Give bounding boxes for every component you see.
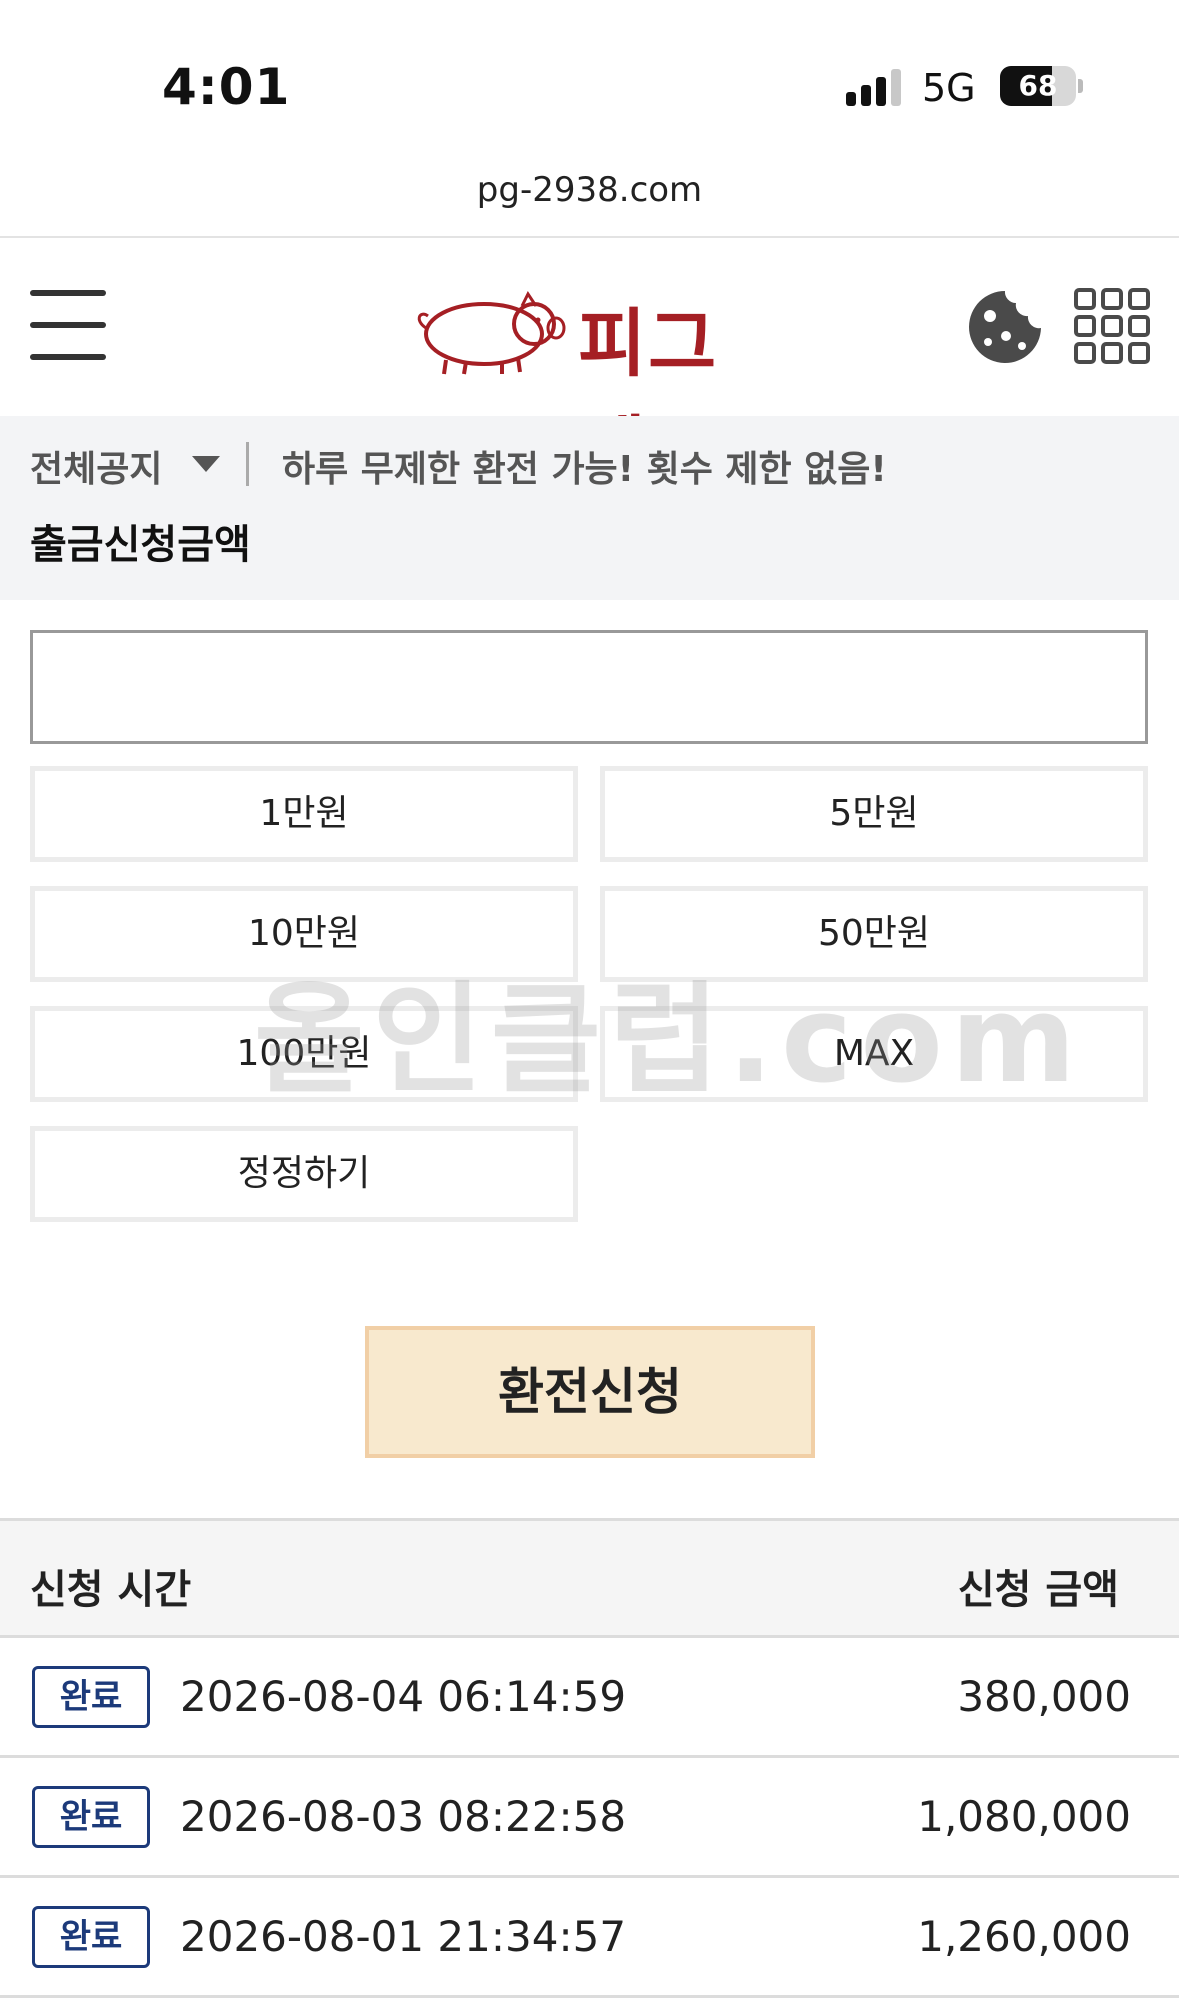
- battery-level: 68: [1018, 69, 1058, 102]
- status-time: 4:01: [162, 58, 291, 116]
- grid-apps-icon[interactable]: [1074, 288, 1150, 364]
- row-amount: 1,260,000: [917, 1912, 1131, 1961]
- site-header: 피그벳: [0, 238, 1179, 494]
- hamburger-menu-icon[interactable]: [30, 290, 106, 360]
- column-header-amount: 신청 금액: [957, 1567, 1119, 1613]
- notice-area: 전체공지 하루 무제한 환전 가능! 횟수 제한 없음! 출금신청금액: [0, 416, 1179, 600]
- status-badge: 완료: [32, 1786, 150, 1848]
- status-bar: 4:01 5G 68: [0, 0, 1179, 150]
- notice-category-label[interactable]: 전체공지: [30, 440, 162, 492]
- table-row[interactable]: 완료 2026-08-03 08:22:58 1,080,000: [0, 1758, 1179, 1878]
- withdraw-section-title: 출금신청금액: [30, 522, 251, 568]
- watermark: 올인클럽.com: [254, 971, 1084, 1110]
- site-logo[interactable]: 피그벳: [406, 276, 786, 494]
- network-type: 5G: [922, 66, 976, 110]
- table-row[interactable]: 완료 2026-08-01 21:34:57 1,260,000: [0, 1878, 1179, 1998]
- reset-amount-button[interactable]: 정정하기: [30, 1126, 578, 1222]
- notice-separator: [246, 442, 249, 486]
- pig-logo-icon: [417, 291, 566, 375]
- withdraw-amount-input[interactable]: [30, 630, 1148, 744]
- row-time: 2026-08-03 08:22:58: [180, 1792, 627, 1841]
- row-time: 2026-08-01 21:34:57: [180, 1912, 627, 1961]
- notice-ticker-text[interactable]: 하루 무제한 환전 가능! 횟수 제한 없음!: [282, 440, 887, 492]
- url-bar[interactable]: pg-2938.com: [0, 170, 1179, 210]
- row-amount: 380,000: [957, 1672, 1131, 1721]
- column-header-time: 신청 시간: [30, 1567, 192, 1613]
- table-row[interactable]: 완료 2026-08-04 06:14:59 380,000: [0, 1638, 1179, 1758]
- cookie-icon[interactable]: [966, 288, 1044, 366]
- battery-icon: 68: [1000, 66, 1076, 106]
- cellular-signal-icon: [846, 68, 904, 106]
- table-header: 신청 시간 신청 금액: [0, 1518, 1179, 1638]
- status-badge: 완료: [32, 1666, 150, 1728]
- status-badge: 완료: [32, 1906, 150, 1968]
- quick-amount-50k-button[interactable]: 5만원: [600, 766, 1148, 862]
- quick-amount-10k-button[interactable]: 1만원: [30, 766, 578, 862]
- row-amount: 1,080,000: [917, 1792, 1131, 1841]
- row-time: 2026-08-04 06:14:59: [180, 1672, 627, 1721]
- withdraw-submit-button[interactable]: 환전신청: [365, 1326, 815, 1458]
- caret-down-icon[interactable]: [192, 456, 220, 472]
- battery-cap: [1078, 79, 1083, 93]
